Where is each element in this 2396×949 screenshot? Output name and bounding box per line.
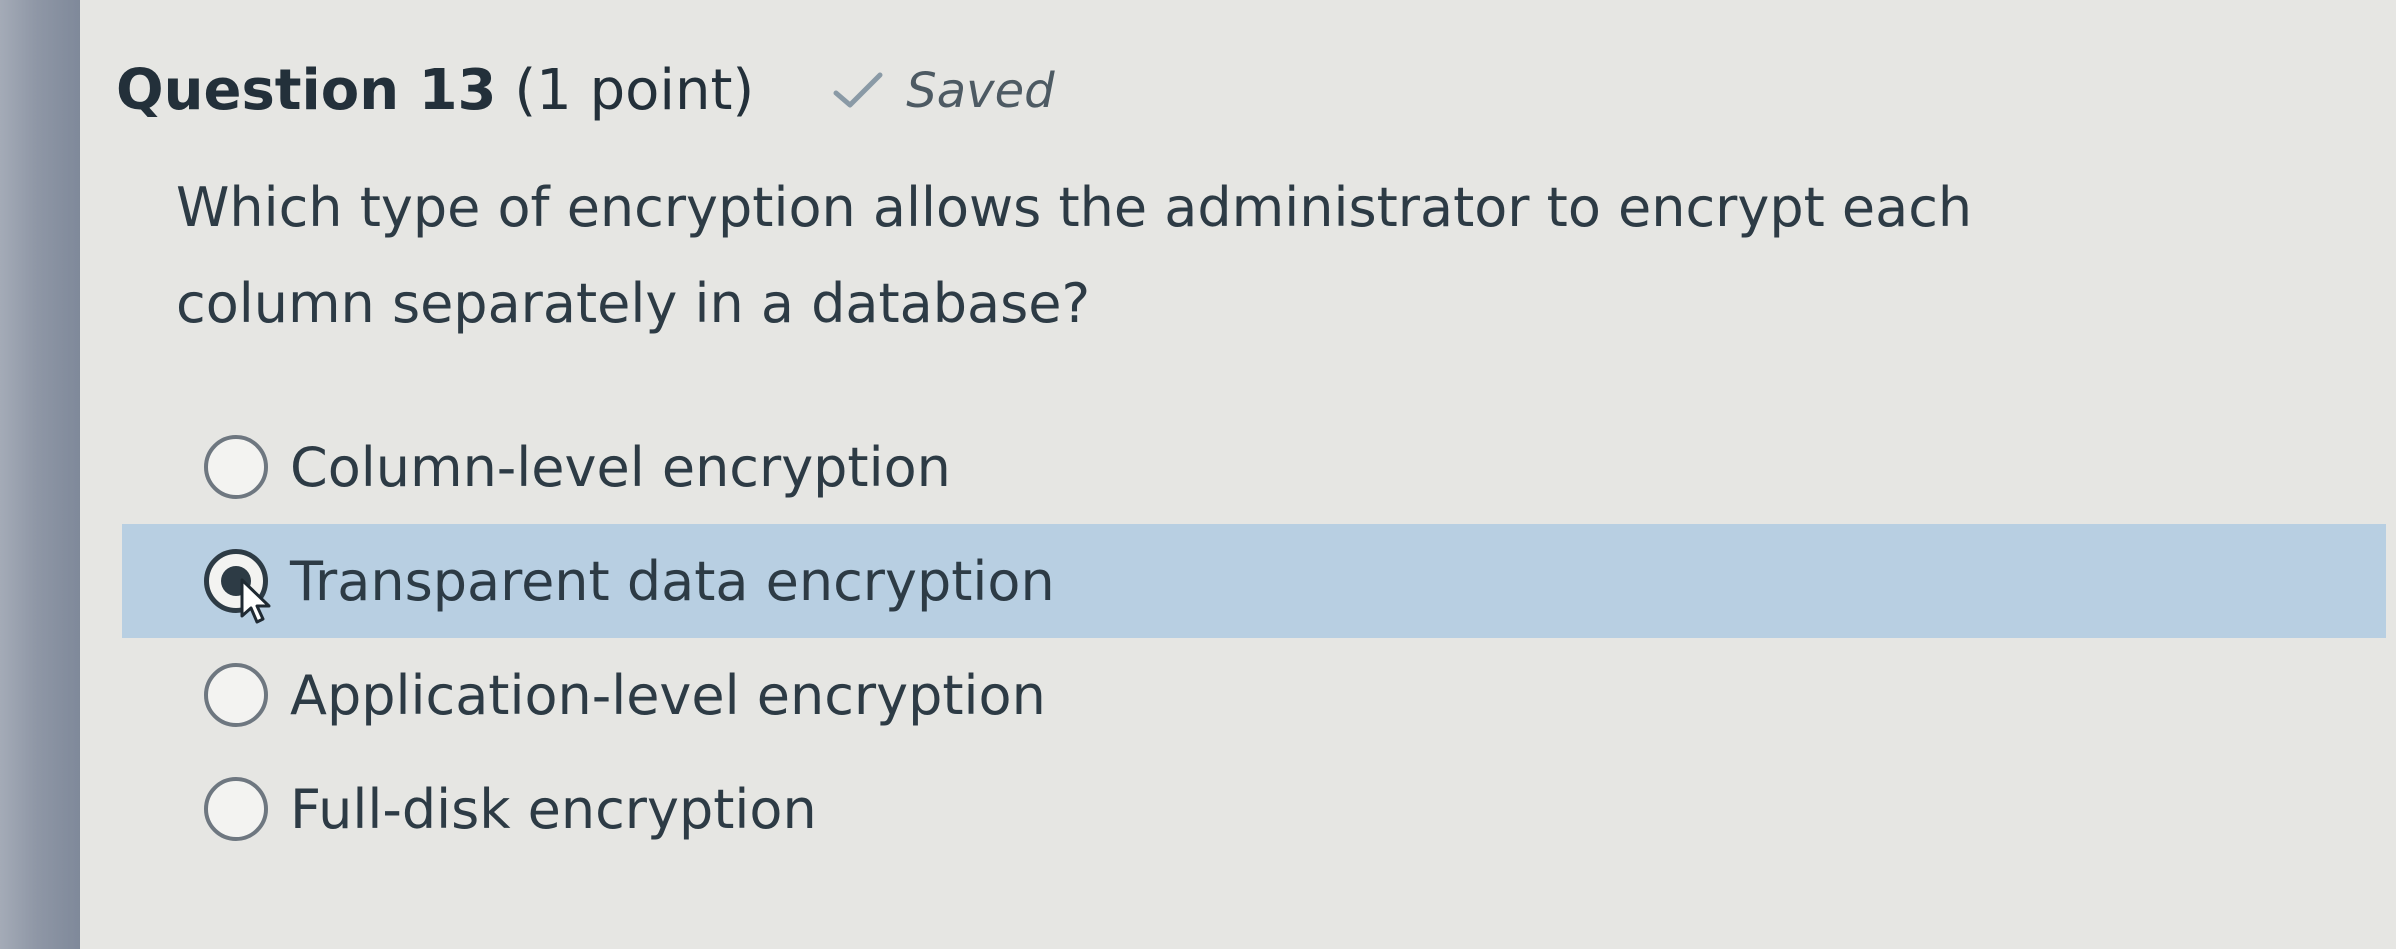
question-number: Question 13: [116, 58, 497, 123]
radio-button[interactable]: [204, 777, 268, 841]
answer-label: Full-disk encryption: [290, 777, 817, 841]
question-points: (1 point): [514, 58, 755, 123]
answer-option-application-level[interactable]: Application-level encryption: [122, 638, 2386, 752]
answer-option-column-level[interactable]: Column-level encryption: [122, 410, 2386, 524]
saved-label: Saved: [906, 62, 1055, 119]
check-icon: [833, 72, 883, 107]
answer-label: Application-level encryption: [290, 663, 1046, 727]
question-prompt: Which type of encryption allows the admi…: [176, 176, 1973, 335]
left-nav-bar: [0, 0, 80, 949]
mouse-pointer-icon: [240, 578, 271, 624]
answer-option-full-disk[interactable]: Full-disk encryption: [122, 752, 2386, 866]
answer-options: Column-level encryption Transparent data…: [122, 410, 2386, 866]
saved-status: Saved: [832, 62, 1055, 119]
answer-label: Column-level encryption: [290, 435, 951, 499]
radio-button[interactable]: [204, 435, 268, 499]
radio-button[interactable]: [204, 663, 268, 727]
question-title: Question 13 (1 point): [116, 58, 754, 123]
question-panel: Question 13 (1 point) Saved Which type o…: [80, 0, 2396, 949]
answer-label: Transparent data encryption: [290, 549, 1055, 613]
question-header: Question 13 (1 point) Saved: [116, 58, 1055, 123]
answer-option-transparent-data[interactable]: Transparent data encryption: [122, 524, 2386, 638]
